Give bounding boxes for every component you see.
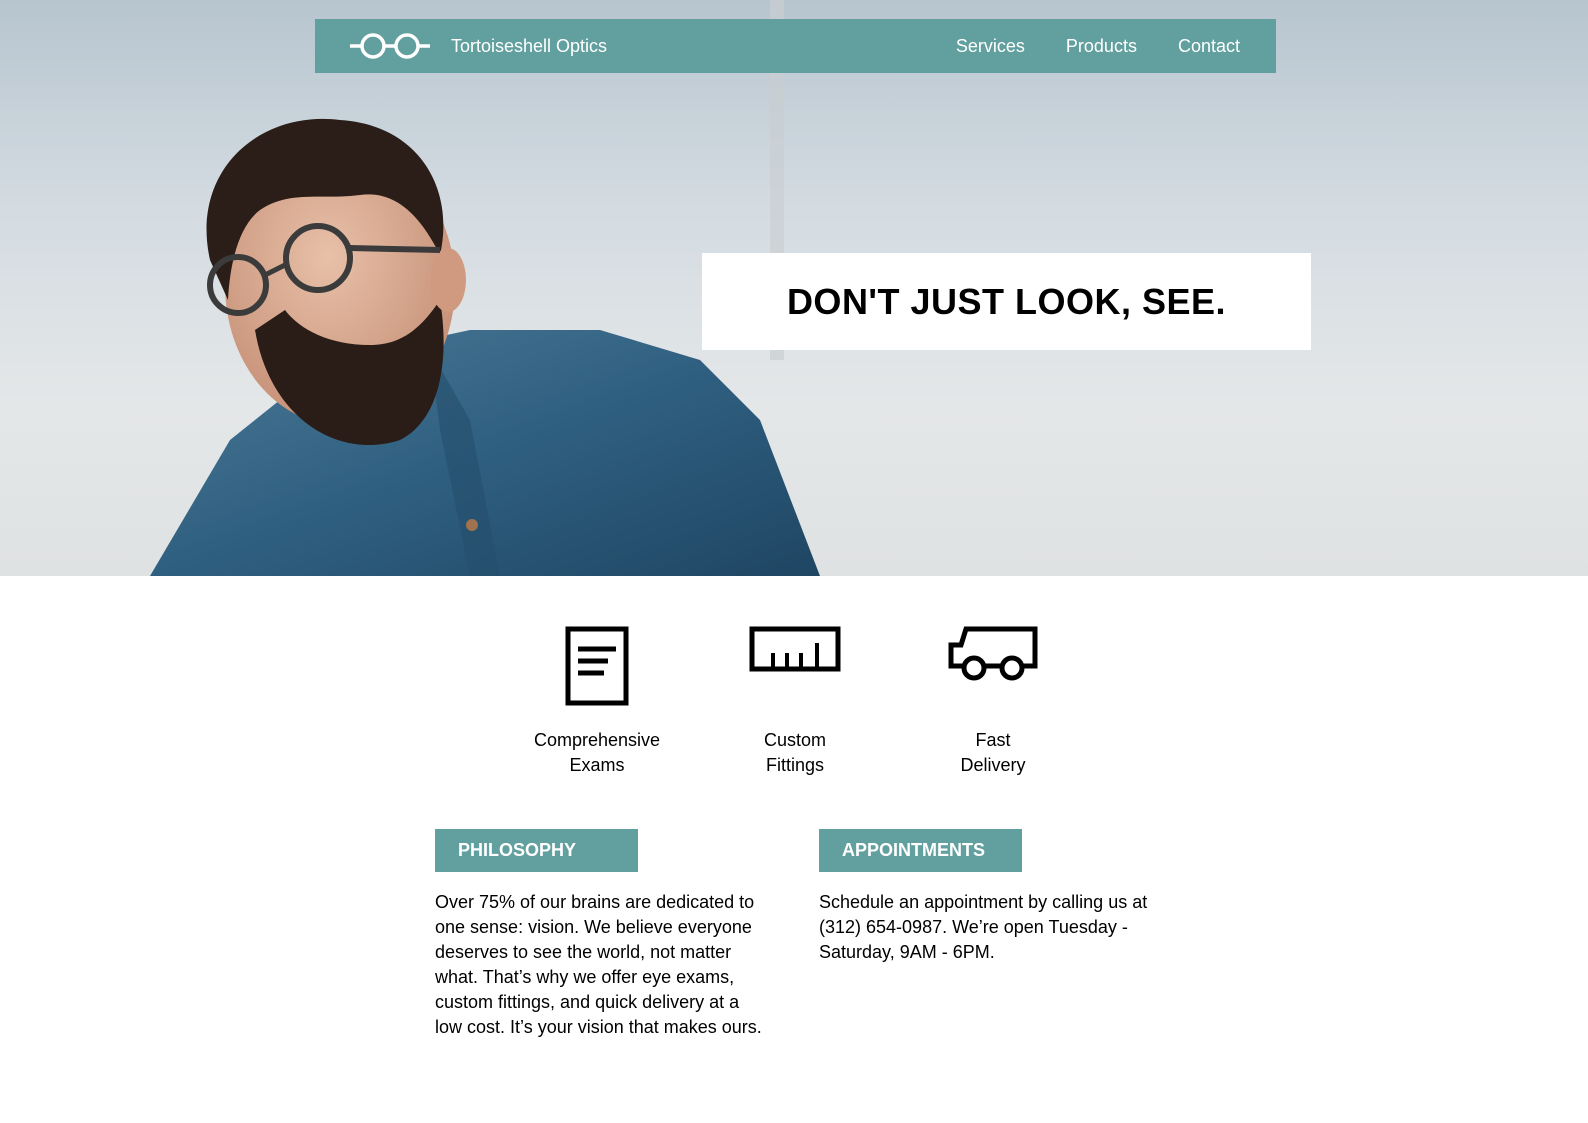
feature-fast-delivery: Fast Delivery [903,626,1083,778]
feature-label-line2: Fittings [765,755,825,775]
feature-label-line2: Delivery [960,755,1026,775]
nav-link-contact[interactable]: Contact [1178,19,1240,73]
feature-label-line1: Comprehensive [533,730,661,750]
ruler-icon [749,626,841,672]
eyeglasses-icon[interactable] [349,30,431,62]
text-line: Schedule an appointment by calling us at [819,892,1148,912]
text-line: deserves to see the world, not matter [435,942,732,962]
philosophy-heading: PHILOSOPHY [435,829,638,872]
text-line: Over 75% of our brains are dedicated to [435,892,755,912]
text-line: one sense: vision. We believe everyone [435,917,752,937]
feature-comprehensive-exams: Comprehensive Exams [507,626,687,778]
feature-icon-wrap [507,626,687,710]
text-line: custom fittings, and quick delivery at a [435,992,740,1012]
text-line: (312) 654-0987. We’re open Tuesday - [819,917,1128,937]
feature-label-line1: Fast [975,730,1011,750]
feature-label: Comprehensive Exams [507,728,687,778]
brand-name[interactable]: Tortoiseshell Optics [451,19,607,73]
feature-custom-fittings: Custom Fittings [705,626,885,778]
hero-headline: DON'T JUST LOOK, SEE. [786,280,1227,322]
top-navbar: Tortoiseshell Optics Services Products C… [315,19,1276,73]
nav-links: Services Products Contact [956,19,1240,73]
feature-label: Custom Fittings [705,728,885,778]
feature-icon-wrap [903,626,1083,710]
feature-icon-wrap [705,626,885,710]
truck-icon [948,626,1038,681]
appointments-section: APPOINTMENTS Schedule an appointment by … [819,829,1159,965]
nav-link-services[interactable]: Services [956,19,1025,73]
feature-label-line2: Exams [569,755,625,775]
appointments-text: Schedule an appointment by calling us at… [819,890,1159,965]
philosophy-section: PHILOSOPHY Over 75% of our brains are de… [435,829,775,1040]
nav-link-products[interactable]: Products [1066,19,1137,73]
text-line: low cost. It’s your vision that makes ou… [435,1017,762,1037]
feature-label: Fast Delivery [903,728,1083,778]
text-line: what. That’s why we offer eye exams, [435,967,735,987]
appointments-heading: APPOINTMENTS [819,829,1022,872]
text-line: Saturday, 9AM - 6PM. [819,942,995,962]
hero-section: Tortoiseshell Optics Services Products C… [0,0,1588,576]
feature-label-line1: Custom [763,730,826,750]
philosophy-text: Over 75% of our brains are dedicated to … [435,890,775,1040]
hero-headline-box: DON'T JUST LOOK, SEE. [702,253,1311,350]
document-icon [565,626,629,706]
